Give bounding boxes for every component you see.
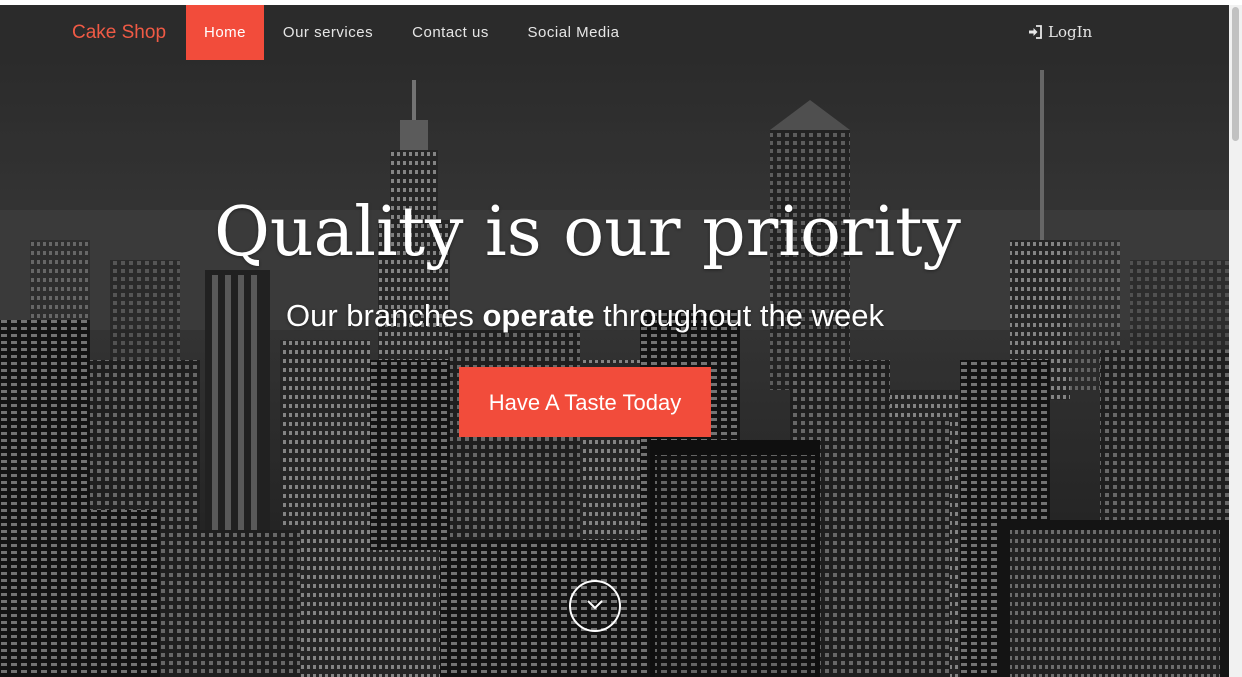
page: Cake Shop Home Our services Contact us S… [0, 0, 1242, 677]
nav-item-home[interactable]: Home [186, 5, 264, 60]
login-label: LogIn [1048, 23, 1093, 41]
scroll-down-button[interactable] [569, 580, 621, 632]
page-scrollbar[interactable] [1229, 5, 1242, 677]
scrollbar-thumb[interactable] [1232, 7, 1239, 141]
hero-title: Quality is our priority [214, 193, 961, 272]
brand-logo-link[interactable]: Cake Shop [72, 5, 166, 60]
navbar: Cake Shop Home Our services Contact us S… [0, 5, 1229, 60]
hero-subtitle-post: throughout the week [594, 298, 884, 333]
login-icon [1029, 24, 1042, 39]
login-link[interactable]: LogIn [1028, 5, 1092, 60]
have-a-taste-button[interactable]: Have A Taste Today [459, 367, 711, 437]
chevron-down-icon [587, 600, 603, 610]
nav-item-contact-us[interactable]: Contact us [392, 5, 509, 60]
hero-subtitle: Our branches operate throughout the week [0, 298, 1170, 334]
hero-subtitle-pre: Our branches [286, 298, 483, 333]
hero-section: Quality is our priority Our branches ope… [0, 60, 1229, 677]
hero-subtitle-bold: operate [482, 298, 595, 333]
nav-item-social-media[interactable]: Social Media [509, 5, 638, 60]
nav-item-our-services[interactable]: Our services [264, 5, 392, 60]
